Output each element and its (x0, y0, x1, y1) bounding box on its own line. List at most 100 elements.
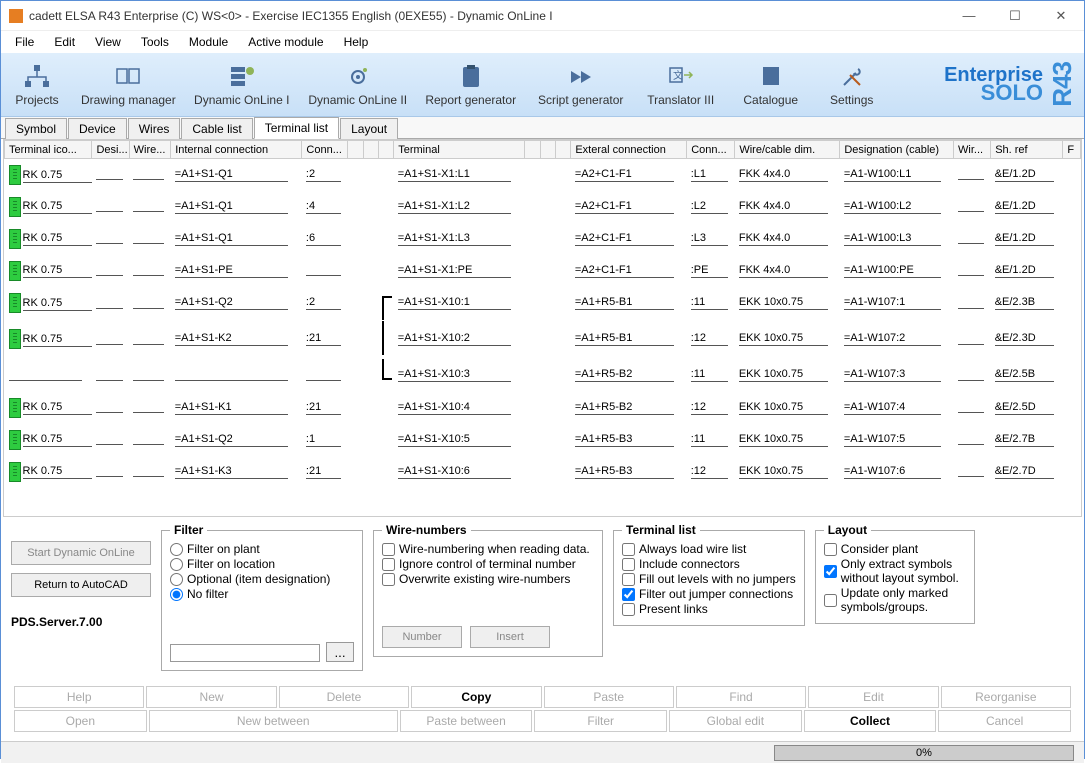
tool-settings[interactable]: Settings (816, 59, 888, 111)
table-row[interactable]: RK 0.75=A1+S1-PE=A1+S1-X1:PE=A2+C1-F1:PE… (5, 255, 1081, 287)
tab-layout[interactable]: Layout (340, 118, 398, 139)
return-to-autocad-button[interactable]: Return to AutoCAD (11, 573, 151, 597)
menu-active-module[interactable]: Active module (238, 33, 333, 51)
tab-device[interactable]: Device (68, 118, 127, 139)
filter-button[interactable]: Filter (534, 710, 667, 732)
tool-translator[interactable]: 文Translator III (636, 59, 726, 111)
filter-group: Filter Filter on plant Filter on locatio… (161, 523, 363, 671)
tool-dynamic-online-2[interactable]: Dynamic OnLine II (300, 59, 416, 111)
close-button[interactable]: ✕ (1038, 1, 1084, 31)
menu-help[interactable]: Help (334, 33, 379, 51)
ignore-control-check[interactable]: Ignore control of terminal number (382, 557, 594, 571)
menu-file[interactable]: File (5, 33, 44, 51)
column-header[interactable]: Wire... (129, 141, 171, 159)
table-row[interactable]: RK 0.75=A1+S1-Q1:6=A1+S1-X1:L3=A2+C1-F1:… (5, 223, 1081, 255)
fill-levels-check[interactable]: Fill out levels with no jumpers (622, 572, 796, 586)
global-edit-button[interactable]: Global edit (669, 710, 802, 732)
column-header[interactable] (525, 141, 540, 159)
maximize-button[interactable]: ☐ (992, 1, 1038, 31)
column-header[interactable]: Conn... (687, 141, 735, 159)
column-header[interactable]: Designation (cable) (840, 141, 954, 159)
number-button[interactable]: Number (382, 626, 462, 648)
column-header[interactable]: F (1063, 141, 1081, 159)
tool-drawing-manager[interactable]: Drawing manager (73, 59, 184, 111)
table-row[interactable]: RK 0.75=A1+S1-Q2:1=A1+S1-X10:5=A1+R5-B3:… (5, 424, 1081, 456)
filter-optional-radio[interactable]: Optional (item designation) (170, 572, 354, 586)
menu-module[interactable]: Module (179, 33, 238, 51)
find-button[interactable]: Find (676, 686, 806, 708)
filter-location-radio[interactable]: Filter on location (170, 557, 354, 571)
tab-symbol[interactable]: Symbol (5, 118, 67, 139)
start-dynamic-online-button[interactable]: Start Dynamic OnLine (11, 541, 151, 565)
menu-tools[interactable]: Tools (131, 33, 179, 51)
tool-catalogue[interactable]: Catalogue (726, 59, 816, 111)
column-header[interactable]: Terminal (394, 141, 525, 159)
cancel-button[interactable]: Cancel (938, 710, 1071, 732)
tab-cable-list[interactable]: Cable list (181, 118, 252, 139)
browse-button[interactable]: ... (326, 642, 354, 662)
column-header[interactable] (556, 141, 571, 159)
tool-label: Report generator (425, 93, 516, 107)
overwrite-check[interactable]: Overwrite existing wire-numbers (382, 572, 594, 586)
terminal-icon (9, 261, 21, 281)
table-row[interactable]: RK 0.75=A1+S1-K2:21=A1+S1-X10:2=A1+R5-B1… (5, 320, 1081, 359)
filter-input[interactable] (170, 644, 320, 662)
open-button[interactable]: Open (14, 710, 147, 732)
copy-button[interactable]: Copy (411, 686, 541, 708)
tool-label: Catalogue (743, 93, 798, 107)
terminal-icon (9, 197, 21, 217)
column-header[interactable] (348, 141, 363, 159)
always-load-check[interactable]: Always load wire list (622, 542, 796, 556)
include-connectors-check[interactable]: Include connectors (622, 557, 796, 571)
table-row[interactable]: RK 0.75=A1+S1-K1:21=A1+S1-X10:4=A1+R5-B2… (5, 392, 1081, 424)
wire-numbering-check[interactable]: Wire-numbering when reading data. (382, 542, 594, 556)
reorganise-button[interactable]: Reorganise (941, 686, 1071, 708)
column-header[interactable] (363, 141, 378, 159)
tab-strip: Symbol Device Wires Cable list Terminal … (1, 117, 1084, 139)
table-row[interactable]: RK 0.75=A1+S1-Q1:2=A1+S1-X1:L1=A2+C1-F1:… (5, 159, 1081, 191)
column-header[interactable]: Wir... (954, 141, 991, 159)
table-row[interactable]: RK 0.75=A1+S1-Q1:4=A1+S1-X1:L2=A2+C1-F1:… (5, 191, 1081, 223)
tool-report-generator[interactable]: Report generator (416, 59, 526, 111)
tab-terminal-list[interactable]: Terminal list (254, 117, 339, 139)
data-grid[interactable]: Terminal ico...Desi...Wire...Internal co… (3, 139, 1082, 517)
column-header[interactable]: Desi... (92, 141, 129, 159)
tool-label: Settings (830, 93, 873, 107)
filter-plant-radio[interactable]: Filter on plant (170, 542, 354, 556)
paste-button[interactable]: Paste (544, 686, 674, 708)
paste-between-button[interactable]: Paste between (400, 710, 533, 732)
help-button[interactable]: Help (14, 686, 144, 708)
column-header[interactable]: Wire/cable dim. (735, 141, 840, 159)
edit-button[interactable]: Edit (808, 686, 938, 708)
consider-plant-check[interactable]: Consider plant (824, 542, 966, 556)
no-filter-radio[interactable]: No filter (170, 587, 354, 601)
update-marked-check[interactable]: Update only marked symbols/groups. (824, 586, 966, 614)
column-header[interactable] (378, 141, 393, 159)
column-header[interactable]: Exteral connection (571, 141, 687, 159)
wire-numbers-legend: Wire-numbers (382, 523, 471, 537)
present-links-check[interactable]: Present links (622, 602, 796, 616)
table-row[interactable]: =A1+S1-X10:3=A1+R5-B2:11EKK 10x0.75=A1-W… (5, 359, 1081, 392)
tool-projects[interactable]: Projects (1, 59, 73, 111)
filter-jumper-check[interactable]: Filter out jumper connections (622, 587, 796, 601)
menu-edit[interactable]: Edit (44, 33, 85, 51)
table-row[interactable]: RK 0.75=A1+S1-Q2:2=A1+S1-X10:1=A1+R5-B1:… (5, 287, 1081, 320)
collect-button[interactable]: Collect (804, 710, 937, 732)
minimize-button[interactable]: — (946, 1, 992, 31)
tool-script-generator[interactable]: Script generator (526, 59, 636, 111)
extract-symbols-check[interactable]: Only extract symbols without layout symb… (824, 557, 966, 585)
menu-view[interactable]: View (85, 33, 131, 51)
column-header[interactable]: Terminal ico... (5, 141, 92, 159)
new-button[interactable]: New (146, 686, 276, 708)
column-header[interactable]: Conn... (302, 141, 348, 159)
column-header[interactable]: Internal connection (171, 141, 302, 159)
table-row[interactable]: RK 0.75=A1+S1-K3:21=A1+S1-X10:6=A1+R5-B3… (5, 456, 1081, 488)
layout-group: Layout Consider plant Only extract symbo… (815, 523, 975, 624)
delete-button[interactable]: Delete (279, 686, 409, 708)
column-header[interactable]: Sh. ref (991, 141, 1063, 159)
tool-dynamic-online-1[interactable]: Dynamic OnLine I (184, 59, 300, 111)
column-header[interactable] (540, 141, 555, 159)
insert-button[interactable]: Insert (470, 626, 550, 648)
new-between-button[interactable]: New between (149, 710, 398, 732)
tab-wires[interactable]: Wires (128, 118, 181, 139)
